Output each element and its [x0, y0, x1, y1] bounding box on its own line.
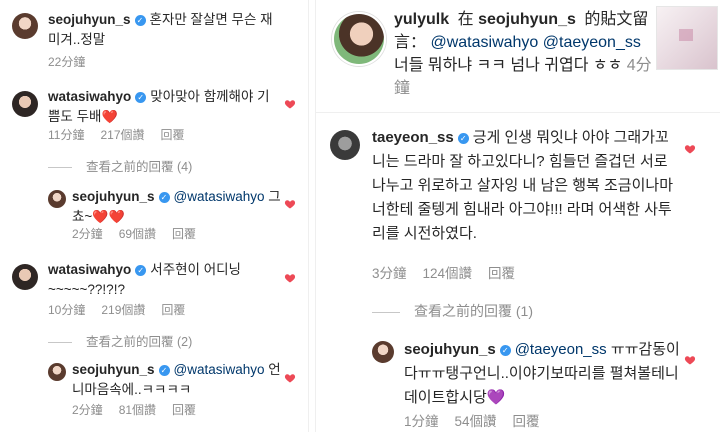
reply-button[interactable]: 回覆	[172, 227, 196, 241]
comment-text: seojuhyun_s ✓ 혼자만 잘살면 무슨 재미겨..정말	[48, 10, 284, 50]
comment-meta: 11分鐘 217個讚 回覆	[48, 126, 201, 143]
comment-text: watasiwahyo ✓ 맞아맞아 함께해야 기쁨도 두배❤️	[48, 87, 276, 127]
divider-line	[48, 342, 72, 344]
mention-link[interactable]: @watasiwahyo	[174, 362, 265, 377]
reply-meta: 2分鐘 69個讚 回覆	[72, 225, 212, 242]
view-previous-replies-button[interactable]: 查看之前的回覆 (2)	[48, 331, 192, 350]
avatar[interactable]	[330, 130, 360, 160]
comment-time: 3分鐘	[372, 266, 407, 281]
like-heart-icon[interactable]	[284, 272, 296, 284]
mention-link[interactable]: @taeyeon_ss	[515, 341, 607, 358]
purple-heart-emoji: 💜	[486, 389, 506, 406]
avatar[interactable]	[372, 341, 394, 363]
notification-text: yulyulk 在 seojuhyun_s 的貼文留言： @watasiwahy…	[394, 8, 652, 100]
comment-time: 22分鐘	[48, 55, 86, 69]
target-username[interactable]: seojuhyun_s	[478, 11, 576, 28]
post-thumbnail[interactable]	[656, 6, 718, 70]
comment-meta: 3分鐘 124個讚 回覆	[372, 262, 531, 282]
comment-meta: 10分鐘 219個讚 回覆	[48, 301, 201, 318]
red-heart-emoji: ❤️	[101, 109, 118, 124]
comment-meta: 22分鐘	[48, 53, 101, 70]
section-divider	[316, 112, 720, 113]
avatar[interactable]	[12, 264, 38, 290]
comment-text: watasiwahyo ✓ 서주현이 어디닝~~~~~??!?!?	[48, 260, 276, 300]
view-previous-replies-button[interactable]: 查看之前的回覆 (4)	[48, 156, 192, 175]
view-previous-label: 查看之前的回覆 (2)	[86, 335, 193, 349]
reply-time: 1分鐘	[404, 414, 439, 429]
reply-text: seojuhyun_s ✓ @taeyeon_ss ㅠㅠ감동이다ㅠㅠ탱구언니..이야…	[404, 338, 682, 410]
comment-time: 10分鐘	[48, 303, 86, 317]
thumbnail-image	[679, 29, 693, 41]
like-count[interactable]: 219個讚	[101, 303, 145, 317]
panel-divider	[308, 0, 316, 432]
reply-text: seojuhyun_s ✓ @watasiwahyo 그쵸~❤️❤️	[72, 187, 282, 227]
like-heart-icon[interactable]	[684, 354, 696, 366]
reply-time: 2分鐘	[72, 403, 103, 417]
left-comments-panel: seojuhyun_s ✓ 혼자만 잘살면 무슨 재미겨..정말 22分鐘 wata…	[0, 0, 308, 432]
like-heart-icon[interactable]	[284, 98, 296, 110]
reply-text: seojuhyun_s ✓ @watasiwahyo 언니마음속에..ㅋㅋㅋㅋ	[72, 360, 282, 400]
notification-in: 在	[457, 11, 474, 28]
reply-button[interactable]: 回覆	[161, 303, 185, 317]
verified-badge-icon: ✓	[135, 92, 147, 103]
username[interactable]: seojuhyun_s	[48, 12, 131, 27]
like-count[interactable]: 69個讚	[119, 227, 156, 241]
notification-body: 너들 뭐하냐 ㅋㅋ 넘나 귀엽다 ㅎㅎ	[394, 57, 623, 74]
comment-text: taeyeon_ss ✓ 긍게 인생 뭐잇냐 아야 그래가꼬니는 드라마 잘 하고있…	[372, 126, 682, 246]
like-count[interactable]: 81個讚	[119, 403, 156, 417]
like-heart-icon[interactable]	[684, 143, 696, 155]
like-heart-icon[interactable]	[284, 198, 296, 210]
mention-link[interactable]: @watasiwahyo	[174, 189, 265, 204]
reply-button[interactable]: 回覆	[161, 128, 185, 142]
username[interactable]: taeyeon_ss	[372, 129, 454, 146]
comment-time: 11分鐘	[48, 128, 85, 142]
username[interactable]: seojuhyun_s	[72, 189, 155, 204]
avatar[interactable]	[12, 13, 38, 39]
username[interactable]: watasiwahyo	[48, 89, 131, 104]
red-heart-emoji: ❤️❤️	[92, 209, 125, 224]
reply-button[interactable]: 回覆	[513, 414, 540, 429]
username[interactable]: watasiwahyo	[48, 262, 131, 277]
reply-meta: 1分鐘 54個讚 回覆	[404, 410, 556, 430]
username[interactable]: yulyulk	[394, 11, 449, 28]
reply-time: 2分鐘	[72, 227, 103, 241]
verified-badge-icon: ✓	[499, 345, 511, 356]
divider-line	[48, 167, 72, 169]
view-previous-label: 查看之前的回覆 (4)	[86, 160, 193, 174]
like-count[interactable]: 54個讚	[455, 414, 497, 429]
divider-line	[372, 311, 400, 313]
view-previous-label: 查看之前的回覆 (1)	[414, 303, 533, 319]
verified-badge-icon: ✓	[158, 365, 170, 376]
like-count[interactable]: 217個讚	[100, 128, 144, 142]
avatar[interactable]	[12, 91, 38, 117]
like-heart-icon[interactable]	[284, 372, 296, 384]
mention-link[interactable]: @taeyeon_ss	[543, 34, 641, 51]
verified-badge-icon: ✓	[158, 192, 170, 203]
reply-meta: 2分鐘 81個讚 回覆	[72, 401, 212, 418]
view-previous-replies-button[interactable]: 查看之前的回覆 (1)	[372, 301, 533, 321]
avatar[interactable]	[48, 363, 66, 381]
username[interactable]: seojuhyun_s	[404, 341, 496, 358]
mention-link[interactable]: @watasiwahyo	[430, 34, 538, 51]
reply-button[interactable]: 回覆	[172, 403, 196, 417]
avatar[interactable]	[48, 190, 66, 208]
avatar[interactable]	[332, 12, 386, 66]
username[interactable]: seojuhyun_s	[72, 362, 155, 377]
like-count[interactable]: 124個讚	[423, 266, 473, 281]
right-comments-panel: yulyulk 在 seojuhyun_s 的貼文留言： @watasiwahy…	[316, 0, 720, 432]
reply-button[interactable]: 回覆	[488, 266, 515, 281]
verified-badge-icon: ✓	[134, 15, 146, 26]
verified-badge-icon: ✓	[457, 133, 469, 144]
verified-badge-icon: ✓	[135, 265, 147, 276]
